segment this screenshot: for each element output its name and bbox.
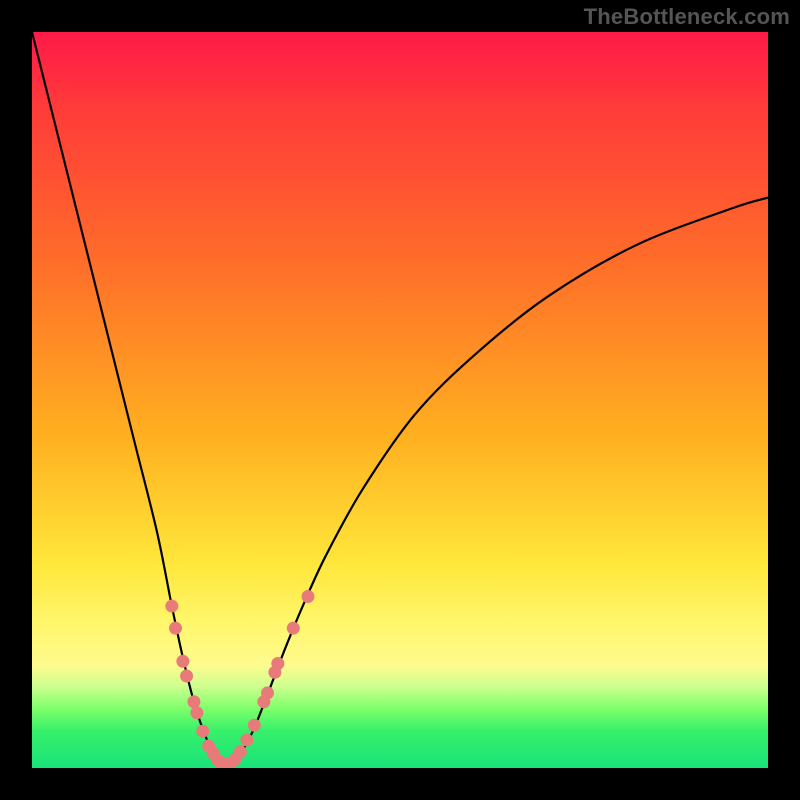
curve-dot (234, 746, 246, 758)
curve-dot (177, 655, 189, 667)
curve-dot (181, 670, 193, 682)
bottleneck-curve (32, 32, 768, 764)
curve-dot (188, 696, 200, 708)
curve-dot (241, 734, 253, 746)
chart-frame: TheBottleneck.com (0, 0, 800, 800)
curve-dot (191, 707, 203, 719)
curve-dot (248, 719, 260, 731)
plot-area (32, 32, 768, 768)
curve-dot (170, 622, 182, 634)
curve-dot (166, 600, 178, 612)
curve-dot (262, 687, 274, 699)
curve-dot (197, 725, 209, 737)
curve-svg (32, 32, 768, 768)
curve-dot (272, 657, 284, 669)
watermark-text: TheBottleneck.com (584, 4, 790, 30)
curve-dot (302, 591, 314, 603)
dot-layer (166, 591, 314, 768)
curve-dot (287, 622, 299, 634)
